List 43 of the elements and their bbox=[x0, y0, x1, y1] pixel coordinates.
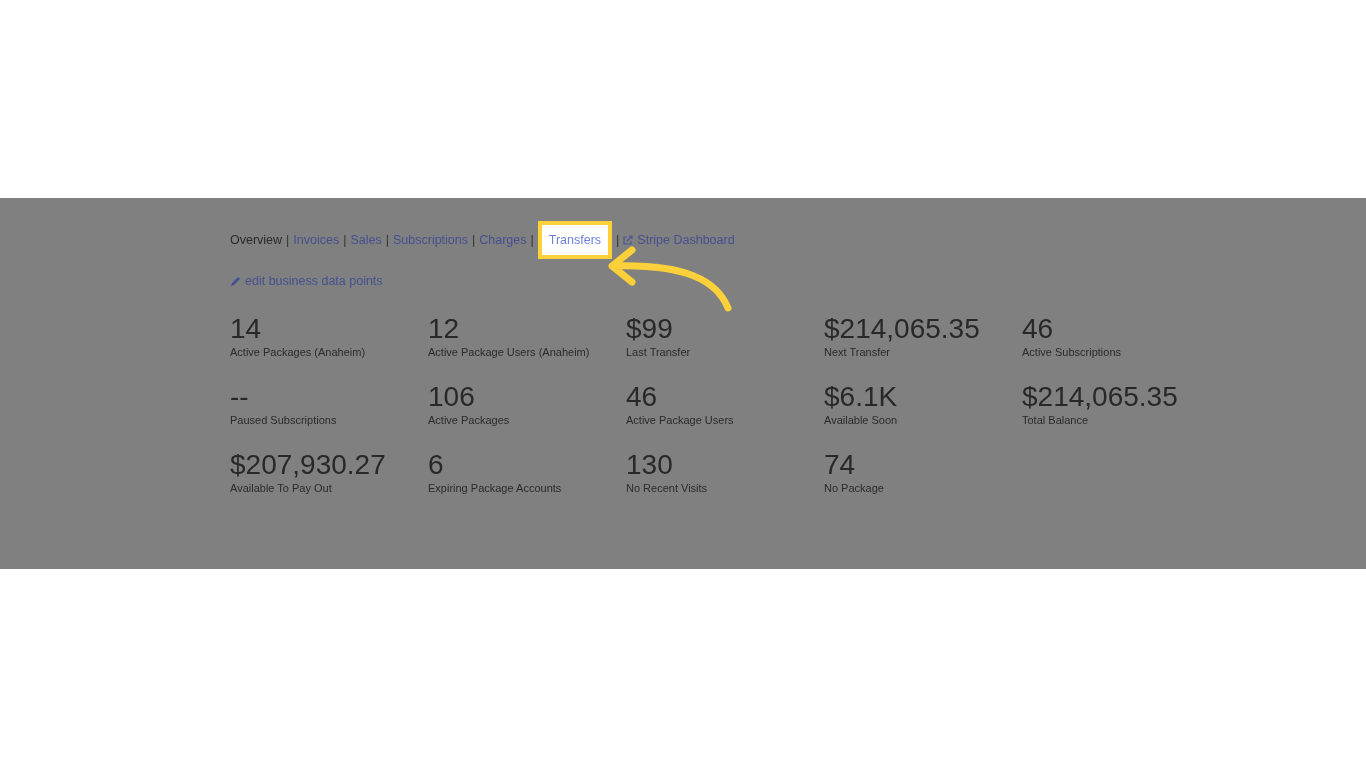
stat-label: No Recent Visits bbox=[626, 480, 709, 495]
stat-label: Active Packages (Anaheim) bbox=[230, 344, 367, 359]
stat-label: No Package bbox=[824, 480, 885, 495]
stat-label: Total Balance bbox=[1022, 412, 1090, 427]
stat-label: Active Package Users (Anaheim) bbox=[428, 344, 591, 359]
stat-value: 106 bbox=[428, 380, 476, 413]
nav-link[interactable]: Sales bbox=[350, 230, 382, 250]
stat-value: 6 bbox=[428, 448, 445, 481]
stat-value: 130 bbox=[626, 448, 674, 481]
stat-value: 74 bbox=[824, 448, 857, 481]
nav-separator: | bbox=[472, 231, 476, 249]
nav-link[interactable]: Stripe Dashboard bbox=[637, 230, 735, 250]
stat-value: $99 bbox=[626, 312, 674, 345]
stat-value: $214,065.35 bbox=[824, 312, 981, 345]
nav-link[interactable]: Invoices bbox=[293, 230, 340, 250]
stat-label: Available To Pay Out bbox=[230, 480, 333, 495]
nav-separator: | bbox=[530, 231, 534, 249]
nav-separator: | bbox=[385, 231, 389, 249]
nav-link[interactable]: Transfers bbox=[537, 220, 613, 260]
stat-value: 14 bbox=[230, 312, 263, 345]
nav-link[interactable]: Overview bbox=[230, 230, 283, 250]
stat-value: $214,065.35 bbox=[1022, 380, 1179, 413]
stat-label: Last Transfer bbox=[626, 344, 692, 359]
stat-value: 46 bbox=[1022, 312, 1055, 345]
stat-label: Active Subscriptions bbox=[1022, 344, 1123, 359]
nav-link[interactable]: Charges bbox=[479, 230, 527, 250]
stat-value: $6.1K bbox=[824, 380, 899, 413]
stat-value: 46 bbox=[626, 380, 659, 413]
stat-label: Active Packages bbox=[428, 412, 511, 427]
stat-value: -- bbox=[230, 380, 250, 413]
stat-label: Next Transfer bbox=[824, 344, 892, 359]
edit-link[interactable]: edit business data points bbox=[230, 272, 383, 291]
stat-value: 12 bbox=[428, 312, 461, 345]
stat-label: Active Package Users bbox=[626, 412, 735, 427]
stat-value: $207,930.27 bbox=[230, 448, 387, 481]
nav-separator: | bbox=[343, 231, 347, 249]
stat-label: Paused Subscriptions bbox=[230, 412, 338, 427]
stat-label: Expiring Package Accounts bbox=[428, 480, 563, 495]
nav-separator: | bbox=[286, 231, 290, 249]
pencil-icon bbox=[230, 275, 241, 287]
nav-separator: | bbox=[616, 231, 620, 249]
stat-label: Available Soon bbox=[824, 412, 899, 427]
nav-link[interactable]: Subscriptions bbox=[393, 230, 469, 250]
